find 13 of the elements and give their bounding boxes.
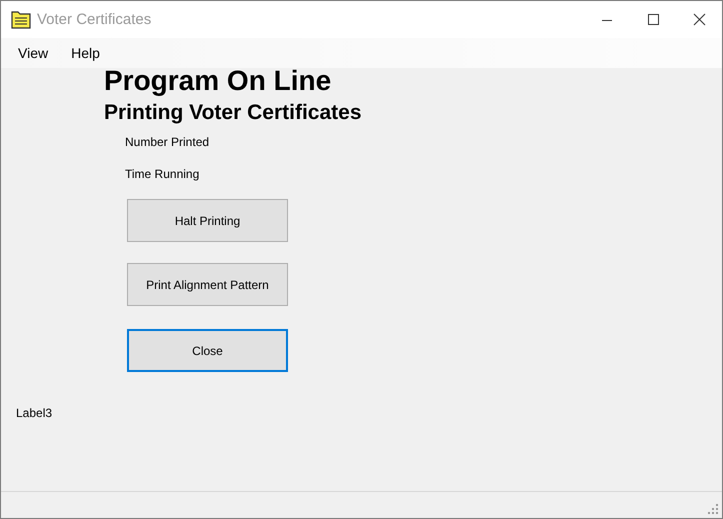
field-label: Number Printed xyxy=(125,135,210,149)
subheading: Printing Voter Certificates xyxy=(104,101,362,125)
resize-grip-icon[interactable] xyxy=(707,503,719,515)
app-icon xyxy=(11,10,31,28)
heading: Program On Line xyxy=(104,66,332,96)
menu-item[interactable]: Help xyxy=(71,45,100,61)
field-label: Time Running xyxy=(125,167,200,181)
status-label: Label3 xyxy=(16,406,52,420)
app-button[interactable]: Print Alignment Pattern xyxy=(127,263,288,306)
app-button[interactable]: Halt Printing xyxy=(127,199,288,242)
window-title: Voter Certificates xyxy=(37,11,152,28)
menu-item[interactable]: View xyxy=(18,45,48,61)
app-button[interactable]: Close xyxy=(127,329,288,372)
